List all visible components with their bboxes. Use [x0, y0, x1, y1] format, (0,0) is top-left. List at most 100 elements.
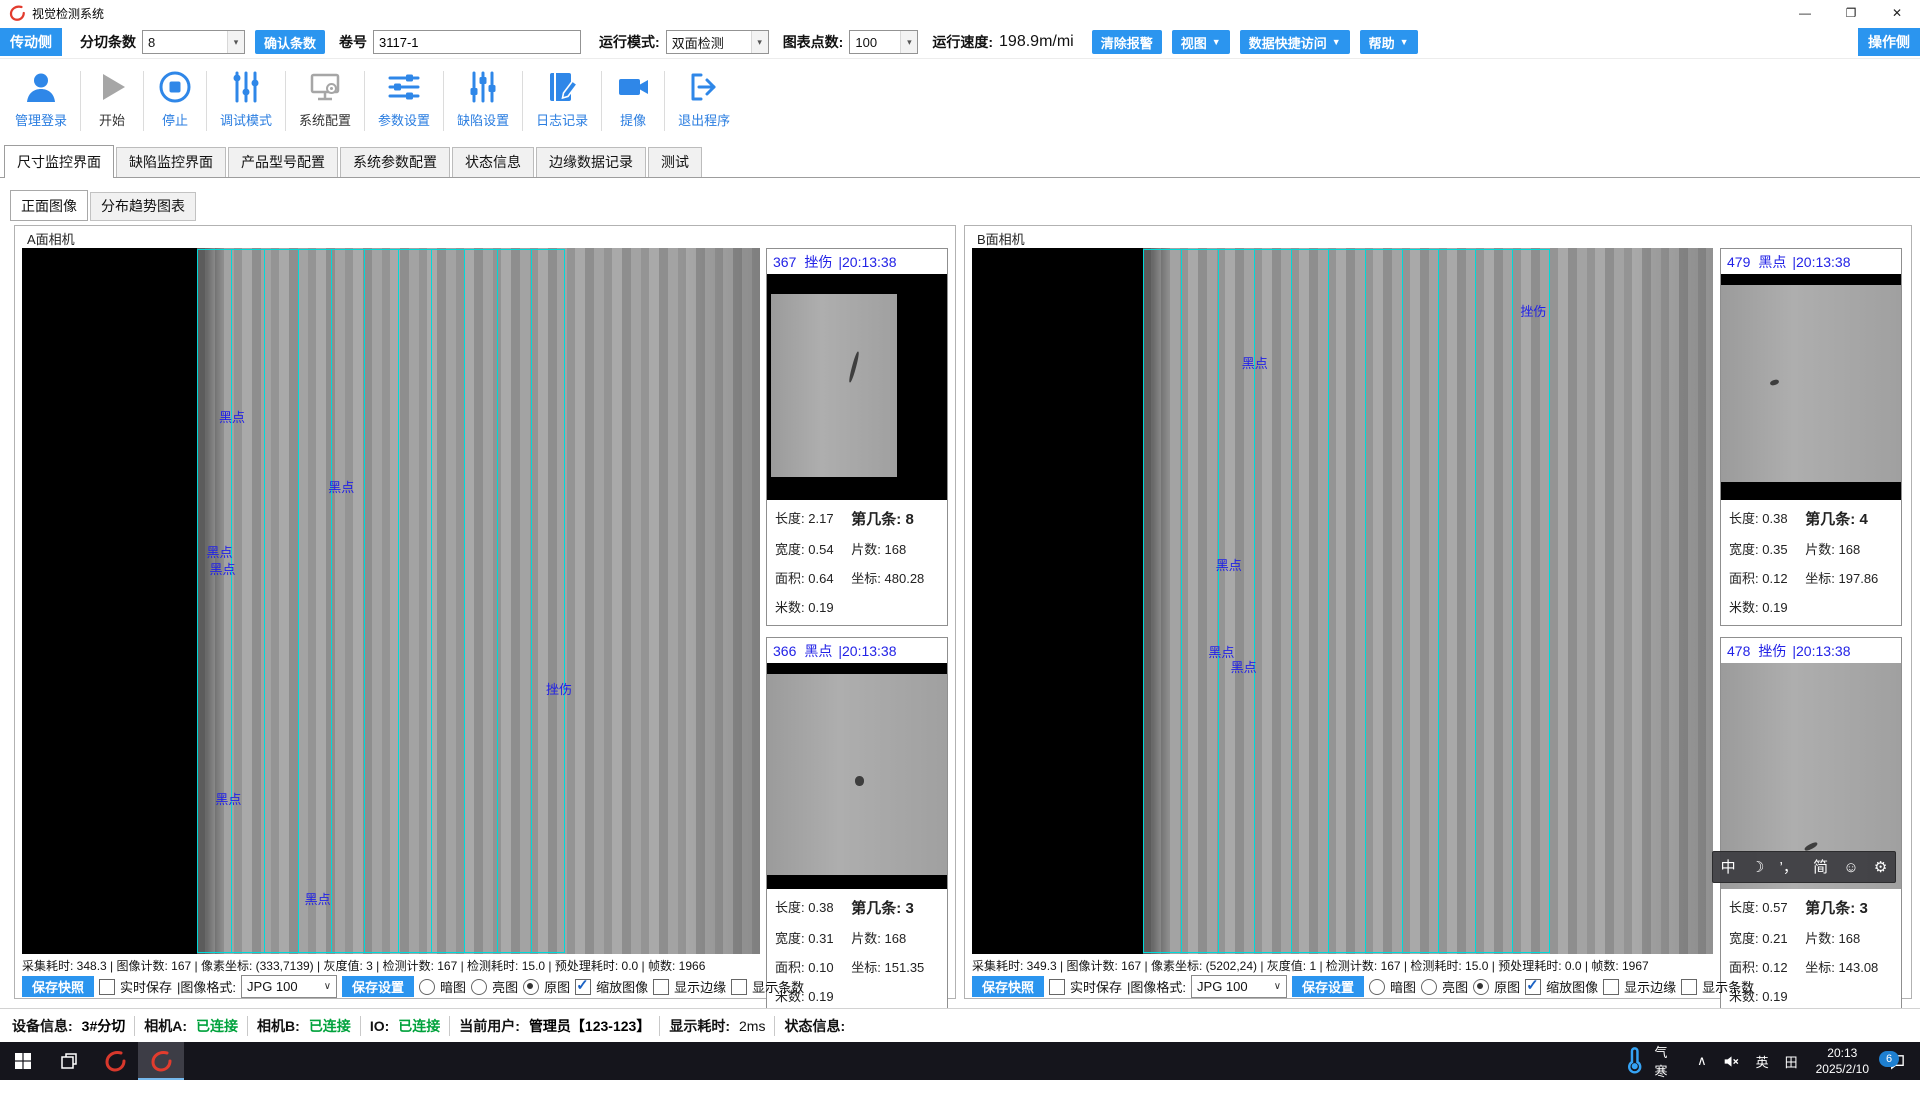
tab-1[interactable]: 缺陷监控界面 — [116, 147, 226, 177]
language-indicator[interactable]: 英 — [1748, 1042, 1777, 1080]
sub-tab-bar: 正面图像分布趋势图表 — [10, 190, 198, 221]
operator-side-button[interactable]: 操作侧 — [1858, 28, 1920, 56]
bright-image-radio[interactable] — [471, 979, 487, 995]
show-edge-checkbox[interactable] — [1603, 979, 1619, 995]
tab-4[interactable]: 状态信息 — [452, 147, 534, 177]
defect-snapshot-image — [1721, 274, 1901, 500]
show-count-checkbox[interactable] — [731, 979, 747, 995]
subtab-0[interactable]: 正面图像 — [10, 190, 88, 221]
ime-indicator-icon[interactable]: 田 — [1777, 1042, 1806, 1080]
weather-widget[interactable]: 天气寒冷 — [1611, 1042, 1689, 1080]
tool-exit[interactable]: 退出程序 — [665, 59, 743, 129]
ime-settings-icon[interactable]: ⚙ — [1874, 860, 1887, 875]
detail-coordinate-label: 坐标: — [1805, 571, 1835, 586]
tab-3[interactable]: 系统参数配置 — [340, 147, 450, 177]
transmission-side-button[interactable]: 传动侧 — [0, 28, 62, 56]
tool-debug-sliders[interactable]: 调试模式 — [207, 59, 285, 129]
defect-card[interactable]: 367挫伤|20:13:38长度: 2.17第几条: 8宽度: 0.54片数: … — [766, 248, 948, 626]
ime-emoji-icon[interactable]: ☺ — [1843, 860, 1858, 875]
realtime-save-checkbox[interactable] — [99, 979, 115, 995]
tool-v-sliders[interactable]: 缺陷设置 — [444, 59, 522, 129]
tool-log-book[interactable]: 日志记录 — [523, 59, 601, 129]
bright-image-radio[interactable] — [1421, 979, 1437, 995]
detail-coordinate: 坐标: 197.86 — [1805, 568, 1893, 587]
defect-seq: 366 — [773, 643, 796, 659]
subtab-1[interactable]: 分布趋势图表 — [90, 192, 196, 221]
start-button[interactable] — [0, 1042, 46, 1080]
notification-badge: 6 — [1879, 1051, 1899, 1067]
tab-0[interactable]: 尺寸监控界面 — [4, 145, 114, 178]
zoom-image-checkbox[interactable] — [575, 979, 591, 995]
confirm-count-button[interactable]: 确认条数 — [255, 30, 325, 54]
clock-widget[interactable]: 20:13 2025/2/10 — [1806, 1042, 1879, 1080]
image-format-select[interactable]: JPG 100∨ — [1191, 975, 1287, 998]
strip-boundary-line — [1402, 250, 1403, 952]
tab-5[interactable]: 边缘数据记录 — [536, 147, 646, 177]
detail-pieces-label: 片数: — [851, 931, 881, 946]
show-count-checkbox[interactable] — [1681, 979, 1697, 995]
show-hidden-icons-button[interactable]: ∧ — [1689, 1042, 1715, 1080]
detail-pieces-value: 168 — [1839, 542, 1861, 557]
ime-fullwidth-icon[interactable]: ☽ — [1751, 860, 1764, 875]
save-settings-button[interactable]: 保存设置 — [342, 976, 414, 997]
original-image-radio[interactable] — [523, 979, 539, 995]
notification-center-button[interactable]: 6 — [1879, 1042, 1920, 1080]
detail-area-label: 面积: — [1729, 571, 1759, 586]
dark-image-radio[interactable] — [419, 979, 435, 995]
volume-muted-icon[interactable] — [1715, 1042, 1748, 1080]
ime-simplified-toggle[interactable]: 简 — [1813, 860, 1828, 875]
clear-alarm-button[interactable]: 清除报警 — [1092, 30, 1162, 54]
detail-width: 宽度: 0.54 — [775, 539, 851, 558]
show-count-checkbox-label: 显示条数 — [1702, 977, 1754, 996]
detail-area: 面积: 0.64 — [775, 568, 851, 587]
ime-punctuation-icon[interactable]: ’， — [1780, 860, 1798, 875]
tool-camera[interactable]: 提像 — [602, 59, 664, 129]
detail-pieces: 片数: 168 — [1805, 539, 1893, 558]
image-format-select[interactable]: JPG 100∨ — [241, 975, 337, 998]
run-mode-select[interactable]: 双面检测 ▾ — [666, 30, 769, 54]
taskbar-app-icon[interactable] — [92, 1042, 138, 1080]
close-button[interactable]: ✕ — [1874, 0, 1920, 26]
zoom-image-checkbox[interactable] — [1525, 979, 1541, 995]
tool-system-config[interactable]: 系统配置 — [286, 59, 364, 129]
chevron-down-icon: ▾ — [900, 31, 917, 53]
view-menu-button[interactable]: 视图 ▼ — [1172, 30, 1230, 54]
roll-number-input[interactable] — [373, 30, 581, 54]
tool-stop[interactable]: 停止 — [144, 59, 206, 129]
detail-strip-number-value: 8 — [905, 511, 913, 528]
tab-2[interactable]: 产品型号配置 — [228, 147, 338, 177]
tab-6[interactable]: 测试 — [648, 147, 702, 177]
original-image-radio[interactable] — [1473, 979, 1489, 995]
tool-user[interactable]: 管理登录 — [2, 59, 80, 129]
panel-controls-row: 保存快照实时保存|图像格式:JPG 100∨保存设置暗图亮图原图缩放图像显示边缘… — [972, 975, 1754, 998]
ime-mode-chinese[interactable]: 中 — [1721, 860, 1736, 875]
tool-h-sliders[interactable]: 参数设置 — [365, 59, 443, 129]
tool-label: 管理登录 — [15, 110, 67, 129]
minimize-button[interactable]: — — [1782, 0, 1828, 26]
defect-overlay-label: 黑点 — [209, 559, 235, 578]
defect-card[interactable]: 479黑点|20:13:38长度: 0.38第几条: 4宽度: 0.35片数: … — [1720, 248, 1902, 626]
defect-type: 挫伤 — [804, 252, 832, 272]
task-view-button[interactable] — [46, 1042, 92, 1080]
separator — [247, 1016, 248, 1036]
detail-width-value: 0.54 — [808, 542, 833, 557]
detail-length-value: 0.38 — [808, 900, 833, 915]
slice-count-select[interactable]: 8 ▾ — [142, 30, 245, 54]
chart-points-select[interactable]: 100 ▾ — [849, 30, 918, 54]
taskbar-active-app-icon[interactable] — [138, 1042, 184, 1080]
show-edge-checkbox[interactable] — [653, 979, 669, 995]
dark-image-radio[interactable] — [1369, 979, 1385, 995]
snapshot-material-region — [767, 674, 947, 875]
save-settings-button[interactable]: 保存设置 — [1292, 976, 1364, 997]
data-quick-access-button[interactable]: 数据快捷访问 ▼ — [1240, 30, 1350, 54]
detail-coordinate-label: 坐标: — [851, 960, 881, 975]
save-snapshot-button[interactable]: 保存快照 — [972, 976, 1044, 997]
save-snapshot-button[interactable]: 保存快照 — [22, 976, 94, 997]
strip-boundary-line — [497, 250, 498, 952]
defect-card[interactable]: 366黑点|20:13:38长度: 0.38第几条: 3宽度: 0.31片数: … — [766, 637, 948, 1015]
tool-play[interactable]: 开始 — [81, 59, 143, 129]
realtime-save-checkbox[interactable] — [1049, 979, 1065, 995]
defect-card[interactable]: 478挫伤|20:13:38长度: 0.57第几条: 3宽度: 0.21片数: … — [1720, 637, 1902, 1015]
maximize-button[interactable]: ❐ — [1828, 0, 1874, 26]
help-menu-button[interactable]: 帮助 ▼ — [1360, 30, 1418, 54]
